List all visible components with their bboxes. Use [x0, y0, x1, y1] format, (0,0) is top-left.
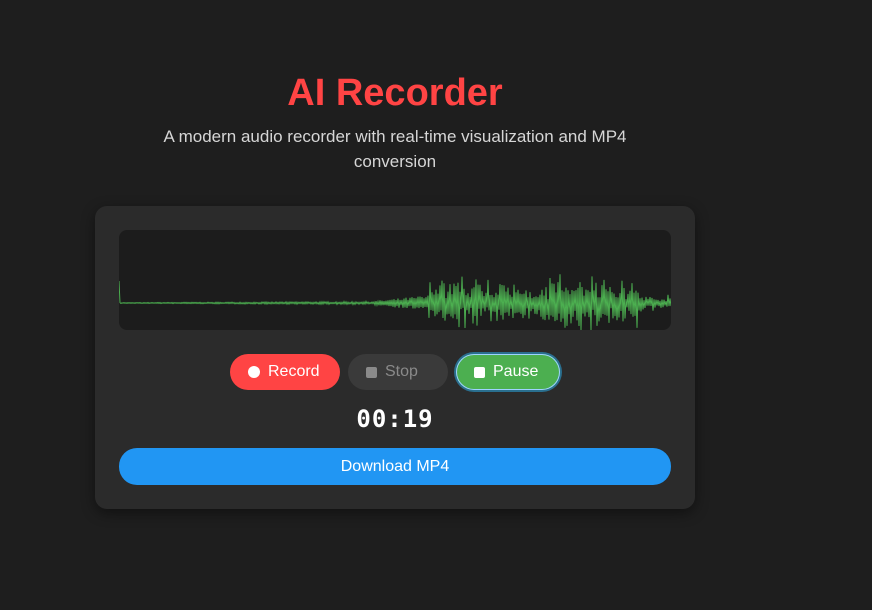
control-buttons: Record Stop Pause: [95, 354, 695, 390]
pause-label: Pause: [493, 363, 539, 380]
record-button[interactable]: Record: [230, 354, 340, 390]
record-dot-icon: [248, 366, 260, 378]
waveform-visualizer: [119, 230, 671, 330]
page-subtitle: A modern audio recorder with real-time v…: [163, 127, 627, 171]
recorder-page: AI Recorder A modern audio recorder with…: [0, 0, 872, 610]
recording-timer: 00:19: [356, 405, 434, 433]
download-mp4-button[interactable]: Download MP4: [119, 448, 671, 485]
stop-square-icon: [366, 366, 377, 378]
recorder-card: Record Stop Pause 00:19 Download MP4: [95, 206, 695, 509]
waveform-line: [119, 274, 671, 330]
pause-button[interactable]: Pause: [456, 354, 560, 390]
stop-label: Stop: [385, 363, 418, 380]
page-title: AI Recorder: [287, 72, 503, 114]
pause-square-icon: [474, 366, 485, 378]
record-label: Record: [268, 363, 320, 380]
waveform-canvas: [119, 274, 671, 330]
stop-button[interactable]: Stop: [348, 354, 448, 390]
